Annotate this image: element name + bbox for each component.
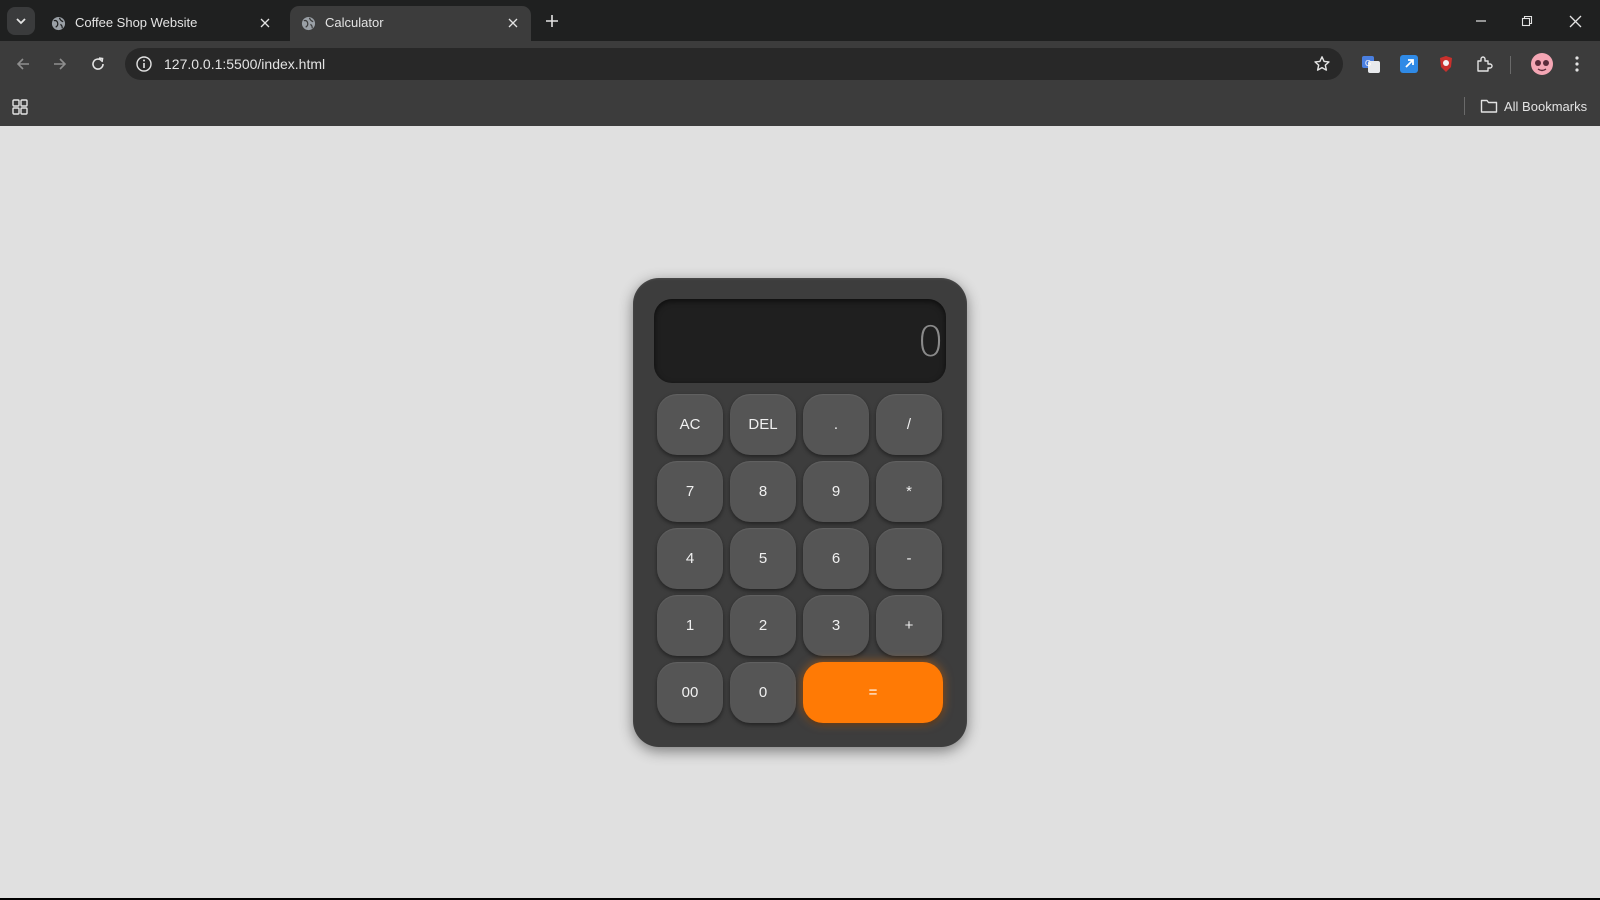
plus-icon (546, 15, 558, 27)
url-text[interactable]: 127.0.0.1:5500/index.html (164, 56, 325, 72)
restore-icon (1521, 15, 1533, 27)
key-5[interactable]: 5 (730, 528, 796, 589)
tab-title: Calculator (325, 15, 384, 30)
key-9[interactable]: 9 (803, 461, 869, 522)
browser-titlebar: Coffee Shop Website Calculator (0, 0, 1600, 41)
arrow-right-icon (54, 58, 67, 70)
all-bookmarks-label: All Bookmarks (1504, 98, 1588, 114)
calculator: 0 AC DEL . / 7 8 9 * 4 5 6 - 1 2 3 + 00 … (633, 278, 967, 747)
close-tab-icon[interactable] (505, 15, 521, 31)
extensions-puzzle-icon[interactable] (1473, 53, 1495, 75)
address-bar[interactable]: 127.0.0.1:5500/index.html (125, 48, 1343, 80)
key-6[interactable]: 6 (803, 528, 869, 589)
reload-button[interactable] (85, 51, 111, 77)
tab-search-button[interactable] (7, 7, 35, 35)
key-plus[interactable]: + (876, 595, 942, 656)
browser-toolbar: 127.0.0.1:5500/index.html G (0, 41, 1600, 86)
display-value: 0 (917, 317, 944, 366)
new-tab-button[interactable] (541, 10, 563, 32)
close-tab-icon[interactable] (257, 15, 273, 31)
minimize-icon (1476, 20, 1486, 22)
key-7[interactable]: 7 (657, 461, 723, 522)
all-bookmarks-button[interactable]: All Bookmarks (1480, 96, 1587, 116)
restore-button[interactable] (1514, 8, 1540, 34)
menu-kebab-icon[interactable] (1566, 53, 1588, 75)
apps-grid-icon[interactable] (11, 98, 29, 116)
folder-icon (1480, 99, 1498, 113)
chevron-down-icon (16, 18, 26, 25)
key-del[interactable]: DEL (730, 394, 796, 455)
close-window-button[interactable] (1562, 8, 1588, 34)
key-ac[interactable]: AC (657, 394, 723, 455)
profile-avatar[interactable] (1529, 51, 1555, 77)
key-1[interactable]: 1 (657, 595, 723, 656)
info-icon[interactable] (135, 55, 153, 73)
key-minus[interactable]: - (876, 528, 942, 589)
key-00[interactable]: 00 (657, 662, 723, 723)
key-0[interactable]: 0 (730, 662, 796, 723)
translate-extension-icon[interactable]: G (1360, 53, 1382, 75)
globe-icon (51, 16, 66, 31)
page-viewport: 0 AC DEL . / 7 8 9 * 4 5 6 - 1 2 3 + 00 … (0, 126, 1600, 898)
tab-title: Coffee Shop Website (75, 15, 198, 30)
bookmarks-bar: All Bookmarks (0, 86, 1600, 126)
key-multiply[interactable]: * (876, 461, 942, 522)
key-2[interactable]: 2 (730, 595, 796, 656)
key-equals[interactable]: = (803, 662, 943, 723)
minimize-button[interactable] (1468, 8, 1494, 34)
calculator-display: 0 (654, 299, 946, 383)
arrow-left-icon (16, 58, 29, 70)
key-8[interactable]: 8 (730, 461, 796, 522)
globe-icon (301, 16, 316, 31)
key-divide[interactable]: / (876, 394, 942, 455)
key-4[interactable]: 4 (657, 528, 723, 589)
tab-coffee-shop[interactable]: Coffee Shop Website (40, 6, 283, 41)
bookmarks-divider (1464, 97, 1465, 115)
forward-button[interactable] (47, 51, 73, 77)
reload-icon (92, 57, 104, 70)
toolbar-divider (1510, 56, 1511, 74)
share-extension-icon[interactable] (1398, 53, 1420, 75)
brave-extension-icon[interactable] (1435, 53, 1457, 75)
key-3[interactable]: 3 (803, 595, 869, 656)
svg-text:G: G (1365, 59, 1371, 68)
bookmark-star-icon[interactable] (1313, 55, 1331, 73)
key-decimal[interactable]: . (803, 394, 869, 455)
back-button[interactable] (10, 51, 36, 77)
tab-calculator[interactable]: Calculator (290, 6, 531, 41)
close-icon (1569, 15, 1581, 27)
